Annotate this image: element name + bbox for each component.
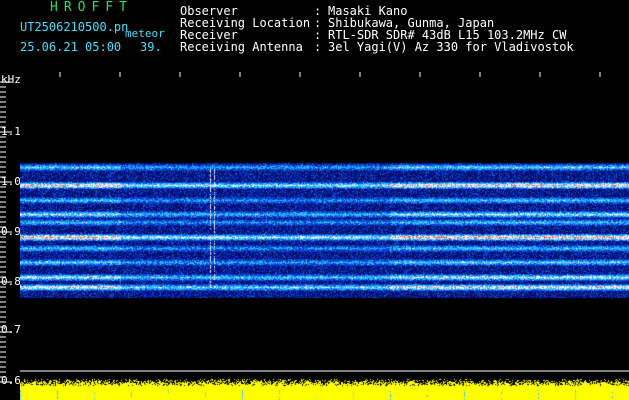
count-label: 39.	[140, 40, 162, 54]
field-antenna-value: 3el Yagi(V) Az 330 for Vladivostok	[328, 40, 574, 54]
y-tick-label-1: 1.1	[1, 125, 21, 138]
spectrogram-canvas	[20, 72, 629, 400]
field-antenna-sep: :	[314, 40, 322, 54]
meteor-label: meteor	[125, 27, 165, 40]
y-tick-label-5: 0.7	[1, 323, 21, 336]
datetime-label: 25.06.21 05:00	[20, 40, 122, 54]
filename-label: UT2506210500.pn	[20, 20, 129, 34]
y-tick-label-3: 0.9	[1, 225, 21, 238]
field-antenna-label: Receiving Antenna	[180, 40, 303, 54]
y-tick-label-2: 1.0	[1, 175, 21, 188]
y-tick-label-4: 0.8	[1, 275, 21, 288]
brand-title: HROFFT	[50, 0, 133, 15]
axis-unit-label: kHz	[1, 73, 21, 86]
y-tick-label-6: 0.6	[1, 374, 21, 387]
